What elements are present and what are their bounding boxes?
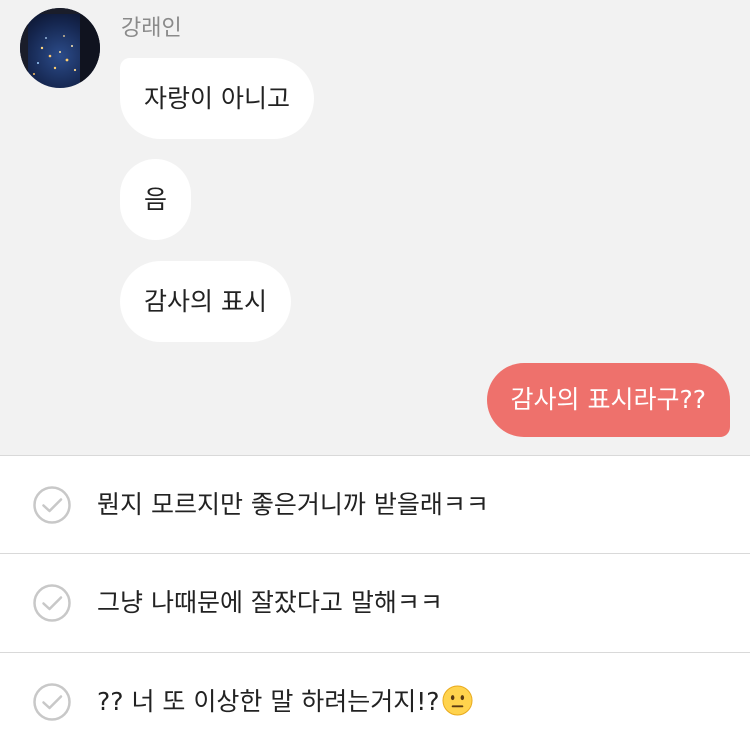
reply-option-3[interactable]: ?? 너 또 이상한 말 하려는거지!? xyxy=(0,653,750,751)
outgoing-message-bubble[interactable]: 감사의 표시라구?? xyxy=(486,363,730,437)
reply-option-1[interactable]: 뭔지 모르지만 좋은거니까 받을래ㅋㅋ xyxy=(0,456,750,554)
check-circle-icon xyxy=(33,584,71,622)
reply-option-2[interactable]: 그냥 나때문에 잘잤다고 말해ㅋㅋ xyxy=(0,554,750,652)
reply-option-text: 그냥 나때문에 잘잤다고 말해ㅋㅋ xyxy=(97,588,443,617)
check-circle-icon xyxy=(33,486,71,524)
sender-avatar[interactable] xyxy=(20,8,100,88)
chat-area: 강래인 자랑이 아니고 음 감사의 표시 감사의 표시라구?? xyxy=(0,0,750,456)
reply-option-text: ?? 너 또 이상한 말 하려는거지!? xyxy=(97,687,440,716)
incoming-message-bubble[interactable]: 음 xyxy=(120,159,192,240)
incoming-message-bubble[interactable]: 감사의 표시 xyxy=(120,261,291,342)
neutral-face-emoji-icon xyxy=(442,685,473,716)
sender-name: 강래인 xyxy=(121,16,182,41)
reply-option-text-container: ?? 너 또 이상한 말 하려는거지!? xyxy=(97,653,473,751)
reply-option-text: 뭔지 모르지만 좋은거니까 받을래ㅋㅋ xyxy=(97,490,489,519)
incoming-message-bubble[interactable]: 자랑이 아니고 xyxy=(120,58,314,139)
check-circle-icon xyxy=(33,683,71,721)
